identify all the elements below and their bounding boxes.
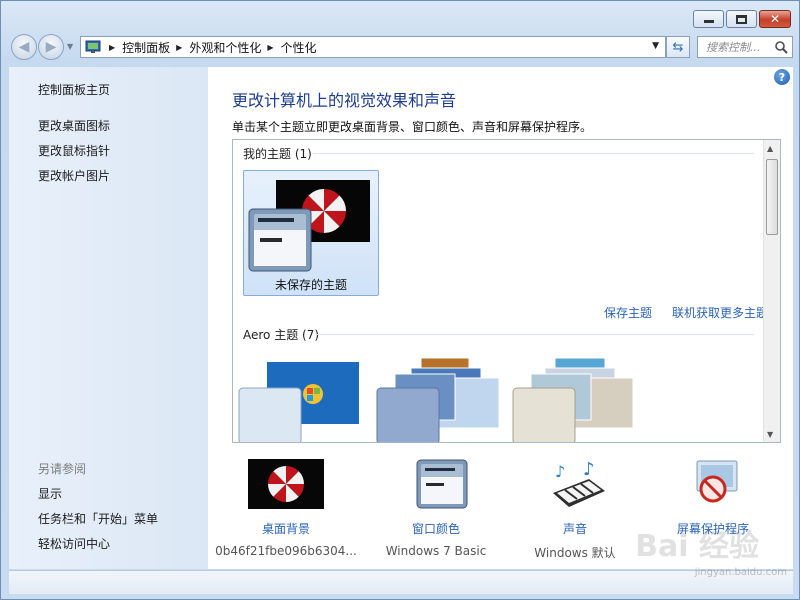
see-also-heading: 另请参阅: [38, 462, 87, 476]
help-icon[interactable]: ?: [774, 69, 790, 85]
screen-saver-icon: [696, 460, 738, 503]
page-title: 更改计算机上的视觉效果和声音: [232, 91, 457, 110]
sounds-label[interactable]: 声音: [500, 520, 650, 537]
watermark-url: jingyan.baidu.com: [694, 567, 787, 578]
search-input[interactable]: 搜索控制...: [697, 36, 793, 58]
minimize-icon: [703, 20, 714, 23]
theme-architecture[interactable]: [375, 356, 505, 443]
theme-windows-7[interactable]: [237, 360, 361, 443]
search-placeholder: 搜索控制...: [706, 41, 761, 54]
window-color-value: Windows 7 Basic: [385, 544, 487, 558]
sidebar-link-mouse-pointers[interactable]: 更改鼠标指针: [38, 142, 110, 159]
page-subtitle: 单击某个主题立即更改桌面背景、窗口颜色、声音和屏幕保护程序。: [232, 120, 593, 134]
status-bar: [9, 570, 793, 594]
theme-characters[interactable]: [511, 356, 641, 443]
desktop-background-label[interactable]: 桌面背景: [211, 520, 361, 537]
see-also-taskbar[interactable]: 任务栏和「开始」菜单: [38, 510, 158, 527]
back-arrow-icon: ◀: [18, 39, 30, 55]
svg-text:♪: ♪: [555, 462, 565, 481]
aero-themes-header: Aero 主题 (7): [243, 328, 320, 342]
themes-scrollbar[interactable]: ▲ ▼: [763, 140, 780, 442]
group-divider: [317, 334, 754, 335]
caption-buttons: ✕: [693, 10, 791, 28]
recent-pages-dropdown[interactable]: ▼: [67, 42, 73, 51]
desktop-background-item[interactable]: 桌面背景 0b46f21fbe096b6304...: [211, 459, 361, 558]
close-icon: ✕: [769, 12, 781, 26]
scroll-down-icon[interactable]: ▼: [767, 430, 773, 439]
breadcrumb-arrow-icon[interactable]: ▶: [267, 43, 273, 52]
sidebar-link-desktop-icons[interactable]: 更改桌面图标: [38, 117, 110, 134]
address-dropdown-icon[interactable]: ▼: [652, 41, 659, 51]
breadcrumb-personalization[interactable]: ▶ 个性化: [267, 39, 316, 56]
sounds-value: Windows 默认: [534, 546, 616, 560]
forward-button[interactable]: ▶: [38, 34, 64, 60]
minimize-button[interactable]: [693, 10, 724, 28]
watermark-logo: Bai 经验: [635, 529, 759, 564]
theme-unsaved-label: 未保存的主题: [274, 278, 347, 292]
group-divider: [313, 153, 754, 154]
themes-list: 我的主题 (1) 未保存的主题 保存主题 联机获取更多主题 Aero 主题 (7…: [232, 139, 781, 443]
control-panel-icon: [85, 40, 101, 53]
scroll-thumb[interactable]: [766, 159, 778, 235]
breadcrumb-control-panel[interactable]: ▶ 控制面板: [109, 39, 170, 56]
sidebar-link-account-picture[interactable]: 更改帐户图片: [38, 167, 110, 184]
breadcrumb-arrow-icon[interactable]: ▶: [176, 43, 182, 52]
save-theme-link[interactable]: 保存主题: [604, 304, 652, 321]
see-also-display[interactable]: 显示: [38, 485, 62, 502]
forward-arrow-icon: ▶: [45, 39, 57, 55]
address-bar[interactable]: ▶ 控制面板 ▶ 外观和个性化 ▶ 个性化 ▼: [80, 36, 666, 58]
umbrella-wallpaper-icon: [248, 459, 324, 509]
window-color-icon: [416, 459, 468, 509]
sidebar-link-home[interactable]: 控制面板主页: [38, 81, 110, 98]
window-color-swatch: [248, 208, 312, 272]
maximize-button[interactable]: [726, 10, 757, 28]
back-button[interactable]: ◀: [11, 34, 37, 60]
see-also-ease-of-access[interactable]: 轻松访问中心: [38, 535, 110, 552]
theme-unsaved[interactable]: 未保存的主题: [243, 170, 379, 296]
search-icon[interactable]: [774, 40, 788, 54]
window: ✕ ◀ ▶ ▼ ▶ 控制面板 ▶ 外观和个性化 ▶ 个性化 ▼ ⇆ 搜索控制..…: [0, 0, 800, 600]
svg-text:♪: ♪: [583, 459, 595, 480]
get-more-themes-link[interactable]: 联机获取更多主题: [672, 304, 768, 321]
navigation-bar: ◀ ▶ ▼ ▶ 控制面板 ▶ 外观和个性化 ▶ 个性化 ▼ ⇆ 搜索控制...: [10, 34, 793, 60]
scroll-up-icon[interactable]: ▲: [767, 144, 773, 153]
window-color-item[interactable]: 窗口颜色 Windows 7 Basic: [361, 459, 511, 558]
sidebar: 控制面板主页 更改桌面图标 更改鼠标指针 更改帐户图片 另请参阅 显示 任务栏和…: [9, 67, 208, 569]
window-color-label[interactable]: 窗口颜色: [361, 520, 511, 537]
main-panel: ? 更改计算机上的视觉效果和声音 单击某个主题立即更改桌面背景、窗口颜色、声音和…: [208, 67, 793, 569]
refresh-icon: ⇆: [672, 39, 684, 55]
sound-icon: ♪ ♪: [553, 459, 605, 507]
my-themes-header: 我的主题 (1): [243, 147, 312, 161]
desktop-background-value: 0b46f21fbe096b6304...: [215, 544, 357, 558]
theme-actions: 保存主题 联机获取更多主题: [604, 304, 768, 321]
refresh-button[interactable]: ⇆: [666, 36, 690, 58]
breadcrumb-appearance[interactable]: ▶ 外观和个性化: [176, 39, 261, 56]
close-button[interactable]: ✕: [759, 10, 791, 28]
sounds-item[interactable]: ♪ ♪ 声音 Windows 默认: [500, 459, 650, 561]
maximize-icon: [736, 14, 747, 24]
breadcrumb-arrow-icon[interactable]: ▶: [109, 43, 115, 52]
